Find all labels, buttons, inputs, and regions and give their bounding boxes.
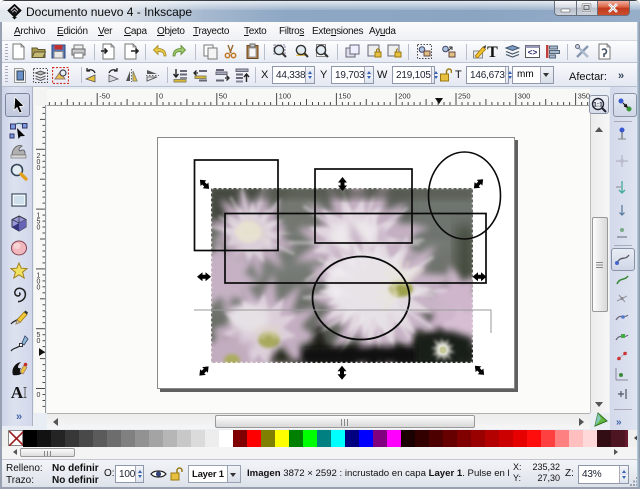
svg-text:0: 0 <box>37 284 41 291</box>
svg-text:0: 0 <box>37 165 41 172</box>
svg-text:200: 200 <box>398 92 411 101</box>
svg-text:0: 0 <box>37 338 41 345</box>
svg-text:-50: -50 <box>99 92 110 101</box>
svg-text:0: 0 <box>37 225 41 232</box>
svg-text:T: T <box>487 44 498 60</box>
svg-text:50: 50 <box>219 92 227 101</box>
svg-text:0: 0 <box>37 392 41 399</box>
svg-text:1:1: 1:1 <box>593 102 603 109</box>
svg-text:300: 300 <box>518 92 531 101</box>
svg-text:<>: <> <box>528 49 538 58</box>
svg-text:0: 0 <box>159 92 163 101</box>
svg-text:100: 100 <box>279 92 292 101</box>
svg-text:150: 150 <box>338 92 351 101</box>
svg-text:A: A <box>11 383 24 402</box>
svg-text:250: 250 <box>458 92 471 101</box>
